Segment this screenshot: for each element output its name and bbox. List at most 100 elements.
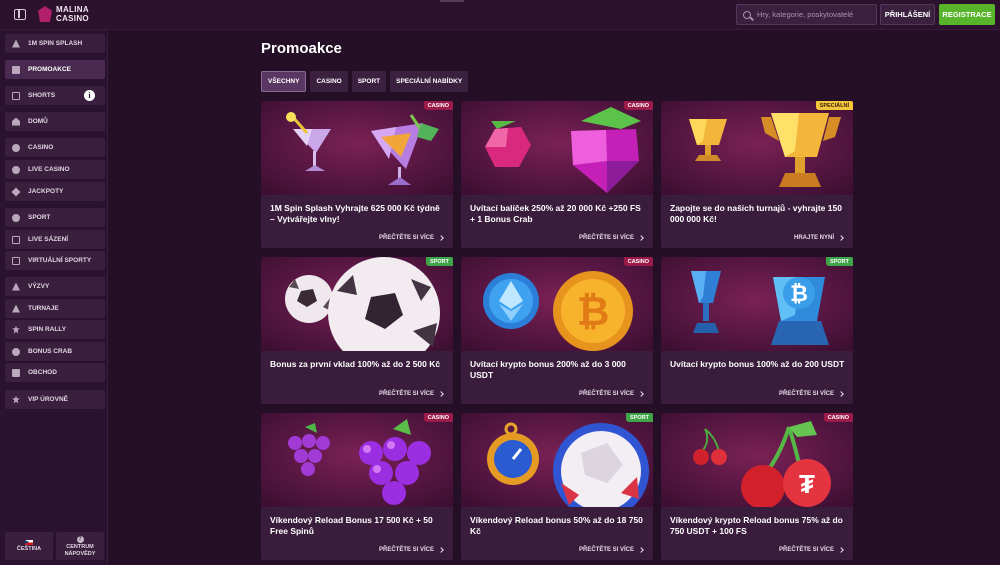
sidebar-item-virtual-sports[interactable]: VIRTUÁLNÍ SPORTY <box>5 251 105 270</box>
sidebar-item-label: CASINO <box>28 144 54 151</box>
category-badge: CASINO <box>623 101 653 110</box>
sidebar-item-1m-spin-splash[interactable]: 1M SPIN SPLASH <box>5 34 105 53</box>
promo-card[interactable]: CASINO Uvítací balíček 250% až 20 000 Kč… <box>461 101 653 248</box>
read-more-link[interactable]: PŘEČTĚTE SI VÍCE <box>778 391 844 397</box>
sidebar-item-label: VÝZVY <box>28 283 50 290</box>
promo-card[interactable]: ₮ CASINO Víkendový krypto Reload bonus 7… <box>661 413 853 560</box>
read-more-label: PŘEČTĚTE SI VÍCE <box>778 547 834 553</box>
logo-text: MALINA CASINO <box>56 5 89 23</box>
sidebar-item-jackpoty[interactable]: JACKPOTY <box>5 182 105 201</box>
read-more-link[interactable]: PŘEČTĚTE SI VÍCE <box>378 547 444 553</box>
read-more-label: PŘEČTĚTE SI VÍCE <box>378 235 434 241</box>
promo-card[interactable]: CASINO Víkendový Reload Bonus 17 500 Kč … <box>261 413 453 560</box>
category-badge: CASINO <box>823 413 853 422</box>
tab-sport[interactable]: SPORT <box>351 71 387 92</box>
trophy-icon <box>12 282 20 291</box>
promo-title: Uvítací krypto bonus 100% až do 200 USDT <box>670 359 845 369</box>
tab-casino[interactable]: CASINO <box>310 71 348 92</box>
read-more-link[interactable]: PŘEČTĚTE SI VÍCE <box>778 547 844 553</box>
language-selector[interactable]: ČEŠTINA <box>5 532 53 560</box>
category-badge: SPECIÁLNÍ <box>815 101 853 110</box>
tournament-icon <box>12 304 20 313</box>
read-more-link[interactable]: PŘEČTĚTE SI VÍCE <box>578 547 644 553</box>
shop-icon <box>12 368 20 377</box>
promo-title: 1M Spin Splash Vyhrajte 625 000 Kč týdně… <box>270 203 440 224</box>
sidebar-item-label: TURNAJE <box>28 305 59 312</box>
chevron-right-icon <box>638 235 644 241</box>
promo-title: Uvítací balíček 250% až 20 000 Kč +250 F… <box>470 203 641 224</box>
promo-image-soccer-balls <box>261 257 453 351</box>
promo-card[interactable]: SPORT Bonus za první vklad 100% až do 2 … <box>261 257 453 404</box>
promo-card[interactable]: CASINO 1M Spin Splash Vyhrajte 625 000 K… <box>261 101 453 248</box>
tab-special-offers[interactable]: SPECIÁLNÍ NABÍDKY <box>390 71 469 92</box>
play-now-link[interactable]: HRAJTE NYNÍ <box>794 235 844 241</box>
category-badge: CASINO <box>623 257 653 266</box>
logo-line-1: MALINA <box>56 5 89 14</box>
help-icon: ? <box>76 535 84 543</box>
sidebar-item-shop[interactable]: OBCHOD <box>5 363 105 382</box>
video-icon <box>12 91 20 100</box>
promo-image-trophies <box>661 101 853 195</box>
sidebar-item-promoakce[interactable]: PROMOAKCE <box>5 60 105 79</box>
login-button[interactable]: PŘIHLÁŠENÍ <box>880 4 935 25</box>
sidebar-toggle-icon[interactable] <box>14 9 26 20</box>
read-more-label: PŘEČTĚTE SI VÍCE <box>578 547 634 553</box>
read-more-label: PŘEČTĚTE SI VÍCE <box>778 391 834 397</box>
chevron-right-icon <box>438 391 444 397</box>
info-icon[interactable]: i <box>84 90 95 101</box>
jackpot-icon <box>11 186 21 197</box>
svg-text:₿: ₿ <box>790 281 808 306</box>
category-badge: CASINO <box>423 101 453 110</box>
category-badge: SPORT <box>826 257 853 266</box>
sidebar-item-vip[interactable]: VIP ÚROVNĚ <box>5 390 105 409</box>
read-more-link[interactable]: PŘEČTĚTE SI VÍCE <box>378 235 444 241</box>
sidebar-item-home[interactable]: DOMŮ <box>5 112 105 131</box>
crab-icon <box>12 347 20 356</box>
page-title: Promoakce <box>261 40 342 57</box>
help-center-button[interactable]: ? CENTRUM NÁPOVĚDY <box>56 532 104 560</box>
rocket-icon <box>12 39 20 48</box>
help-label-line-2: NÁPOVĚDY <box>64 550 96 557</box>
register-button[interactable]: REGISTRACE <box>939 4 995 25</box>
logo-line-2: CASINO <box>56 14 89 23</box>
sidebar-item-sport[interactable]: SPORT <box>5 208 105 227</box>
sidebar-item-spin-rally[interactable]: SPIN RALLY <box>5 320 105 339</box>
read-more-link[interactable]: PŘEČTĚTE SI VÍCE <box>579 235 644 241</box>
sidebar-item-bonus-crab[interactable]: BONUS CRAB <box>5 342 105 361</box>
promo-image-cocktails <box>261 101 453 195</box>
search-icon <box>743 10 751 19</box>
promo-card[interactable]: ₿ SPORT Uvítací krypto bonus 100% až do … <box>661 257 853 404</box>
spin-rally-icon <box>12 325 20 334</box>
promo-card[interactable]: ₿ CASINO Uvítací krypto bonus 200% až do… <box>461 257 653 404</box>
search-box[interactable] <box>736 4 877 25</box>
chevron-right-icon <box>638 391 644 397</box>
tab-all[interactable]: VŠECHNY <box>261 71 307 92</box>
sidebar-item-shorts[interactable]: SHORTS i <box>5 86 105 105</box>
read-more-link[interactable]: PŘEČTĚTE SI VÍCE <box>378 391 444 397</box>
promo-title: Víkendový Reload bonus 50% až do 18 750 … <box>470 515 643 536</box>
sidebar-item-live-betting[interactable]: LIVE SÁZENÍ <box>5 230 105 249</box>
promo-title: Bonus za první vklad 100% až do 2 500 Kč <box>270 359 441 369</box>
sidebar-item-live-casino[interactable]: LIVE CASINO <box>5 160 105 179</box>
category-badge: SPORT <box>426 257 453 266</box>
sidebar-item-tournaments[interactable]: TURNAJE <box>5 299 105 318</box>
home-icon <box>12 117 20 126</box>
read-more-label: PŘEČTĚTE SI VÍCE <box>378 391 434 397</box>
sidebar-item-casino[interactable]: CASINO <box>5 138 105 157</box>
promo-tabs: VŠECHNY CASINO SPORT SPECIÁLNÍ NABÍDKY <box>261 71 469 92</box>
promo-title: Uvítací krypto bonus 200% až do 3 000 US… <box>470 359 626 380</box>
promo-card[interactable]: SPORT Víkendový Reload bonus 50% až do 1… <box>461 413 653 560</box>
czech-flag-icon <box>25 540 33 545</box>
read-more-label: PŘEČTĚTE SI VÍCE <box>378 547 434 553</box>
promo-card[interactable]: SPECIÁLNÍ Zapojte se do našich turnajů -… <box>661 101 853 248</box>
promo-image-cherries: ₮ <box>661 413 853 507</box>
svg-text:₿: ₿ <box>577 290 610 334</box>
logo[interactable]: MALINA CASINO <box>38 5 89 23</box>
read-more-link[interactable]: PŘEČTĚTE SI VÍCE <box>579 391 644 397</box>
chevron-right-icon <box>838 391 844 397</box>
search-input[interactable] <box>757 10 876 19</box>
top-header: MALINA CASINO PŘIHLÁŠENÍ REGISTRACE <box>0 0 1000 30</box>
sidebar-item-challenges[interactable]: VÝZVY <box>5 277 105 296</box>
live-casino-icon <box>12 165 20 174</box>
chevron-right-icon <box>638 547 644 553</box>
